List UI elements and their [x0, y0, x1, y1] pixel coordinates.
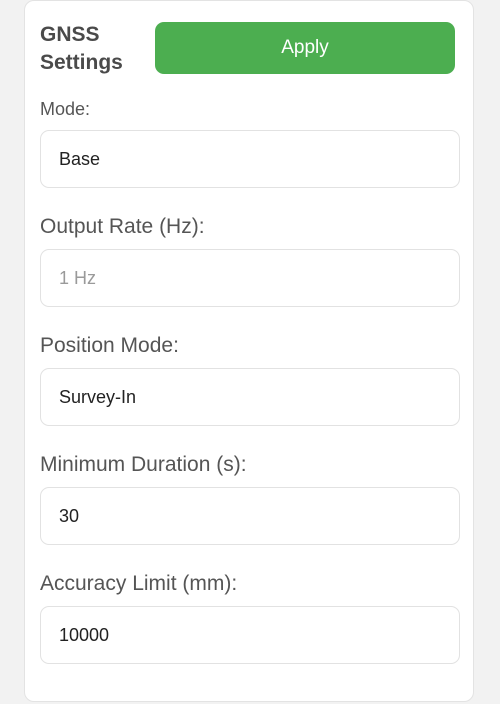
- position-mode-label: Position Mode:: [40, 334, 179, 357]
- page: GNSS Settings Apply Mode: Base Output Ra…: [0, 0, 500, 704]
- position-mode-select[interactable]: Survey-In: [40, 368, 460, 426]
- output-rate-select[interactable]: 1 Hz: [40, 249, 460, 307]
- mode-select[interactable]: Base: [40, 130, 460, 188]
- settings-title: GNSS Settings: [40, 23, 123, 74]
- apply-button[interactable]: Apply: [155, 22, 455, 74]
- accuracy-limit-input[interactable]: 10000: [40, 606, 460, 664]
- minimum-duration-label: Minimum Duration (s):: [40, 453, 247, 476]
- output-rate-label: Output Rate (Hz):: [40, 215, 205, 238]
- minimum-duration-input[interactable]: 30: [40, 487, 460, 545]
- accuracy-limit-label: Accuracy Limit (mm):: [40, 572, 238, 595]
- mode-label: Mode:: [40, 99, 91, 119]
- gnss-settings-card: GNSS Settings Apply Mode: Base Output Ra…: [24, 0, 474, 702]
